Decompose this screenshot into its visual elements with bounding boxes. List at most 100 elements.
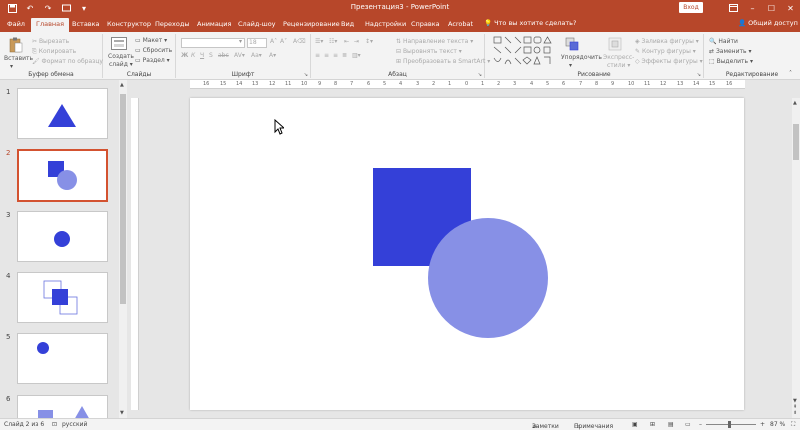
tab-design[interactable]: Конструктор	[107, 18, 151, 32]
section-button[interactable]: ▭ Раздел ▾	[135, 57, 170, 64]
align-center-icon[interactable]: ≡	[324, 52, 329, 59]
slideshow-view-icon[interactable]: ▭	[685, 421, 691, 428]
format-painter-button[interactable]: 🖌 Формат по образцу	[32, 58, 103, 65]
tab-slideshow[interactable]: Слайд-шоу	[238, 18, 276, 32]
new-slide-button[interactable]: слайд ▾	[109, 61, 133, 68]
font-color-icon[interactable]: A▾	[269, 52, 276, 59]
login-button[interactable]: Вход	[679, 2, 703, 13]
bullets-icon[interactable]: ☰▾	[315, 38, 323, 45]
quick-styles-button[interactable]: стили ▾	[607, 62, 630, 69]
shrink-font-icon[interactable]: A˅	[280, 38, 287, 45]
find-button[interactable]: 🔍 Найти	[709, 38, 738, 45]
arrange-button[interactable]: Упорядочить	[561, 54, 602, 61]
line-spacing-icon[interactable]: ↕▾	[365, 38, 373, 45]
tab-addins[interactable]: Надстройки	[365, 18, 406, 32]
new-slide-icon[interactable]	[111, 37, 127, 52]
tab-transitions[interactable]: Переходы	[155, 18, 189, 32]
tell-me-search[interactable]: 💡 Что вы хотите сделать?	[484, 19, 576, 27]
tab-insert[interactable]: Вставка	[72, 18, 100, 32]
arrange-dropdown-icon[interactable]: ▾	[569, 62, 572, 69]
paste-dropdown-icon[interactable]: ▾	[10, 63, 13, 70]
scroll-up-icon[interactable]: ▲	[793, 100, 797, 106]
shape-effects-button[interactable]: ◇ Эффекты фигуры ▾	[635, 58, 703, 65]
scroll-up-icon[interactable]: ▲	[120, 82, 124, 88]
underline-icon[interactable]: Ч	[200, 52, 204, 59]
spellcheck-icon[interactable]: ⊡	[52, 421, 57, 428]
reset-button[interactable]: ▭ Сбросить	[135, 47, 172, 54]
strikethrough-icon[interactable]: abc	[218, 52, 229, 59]
slide-scrollbar[interactable]: ▲ ▼ ⇞ ⇟	[792, 98, 800, 418]
font-name-dropdown-icon[interactable]: ▾	[239, 38, 242, 45]
close-icon[interactable]: ✕	[781, 0, 800, 16]
cut-button[interactable]: ✂ Вырезать	[32, 38, 69, 45]
zoom-level[interactable]: 87 %	[770, 421, 785, 428]
new-slide-label-1[interactable]: Создать	[108, 53, 134, 60]
increase-indent-icon[interactable]: ⇥	[354, 38, 359, 45]
slide-sorter-icon[interactable]: ⊞	[650, 421, 655, 428]
shapes-gallery[interactable]	[493, 36, 553, 68]
shape-fill-button[interactable]: ◈ Заливка фигуры ▾	[635, 38, 699, 45]
zoom-in-icon[interactable]: +	[760, 421, 765, 428]
quick-styles-icon[interactable]	[608, 37, 622, 53]
bold-icon[interactable]: Ж	[181, 52, 188, 59]
slide-thumbnail-5[interactable]	[17, 333, 108, 384]
tab-review[interactable]: Рецензирование	[283, 18, 340, 32]
zoom-out-icon[interactable]: –	[699, 421, 702, 428]
text-direction-button[interactable]: ⇅ Направление текста ▾	[396, 38, 473, 45]
scroll-down-icon[interactable]: ▼	[120, 410, 124, 416]
paste-button[interactable]: Вставить	[4, 55, 33, 62]
drawing-dialog-launcher-icon[interactable]: ↘	[697, 72, 701, 78]
zoom-slider-track[interactable]	[706, 424, 756, 425]
paragraph-dialog-launcher-icon[interactable]: ↘	[478, 72, 482, 78]
ribbon-display-options-icon[interactable]	[724, 0, 743, 16]
smartart-button[interactable]: ⊞ Преобразовать в SmartArt ▾	[396, 58, 490, 65]
maximize-icon[interactable]: ☐	[762, 0, 781, 16]
reading-view-icon[interactable]: ▤	[668, 421, 674, 428]
tab-file[interactable]: Файл	[7, 18, 25, 32]
tab-help[interactable]: Справка	[411, 18, 440, 32]
layout-button[interactable]: ▭ Макет ▾	[135, 37, 167, 44]
justify-icon[interactable]: ≣	[342, 52, 347, 59]
align-right-icon[interactable]: ≡	[333, 52, 338, 59]
tab-animations[interactable]: Анимация	[197, 18, 231, 32]
copy-button[interactable]: ⎘ Копировать	[32, 48, 76, 56]
char-spacing-icon[interactable]: AV▾	[234, 52, 245, 59]
quick-styles-label-1[interactable]: Экспресс-	[603, 54, 634, 61]
circle-shape[interactable]	[428, 218, 548, 338]
clear-formatting-icon[interactable]: A⌫	[293, 38, 306, 45]
select-button[interactable]: ⬚ Выделить ▾	[709, 58, 753, 65]
columns-icon[interactable]: ▥▾	[352, 52, 361, 59]
align-left-icon[interactable]: ≡	[315, 52, 320, 59]
slide-thumbnail-6[interactable]	[17, 395, 108, 418]
replace-button[interactable]: ⇄ Заменить ▾	[709, 48, 751, 55]
language-indicator[interactable]: русский	[62, 421, 87, 428]
share-button[interactable]: 👤 Общий доступ	[738, 19, 798, 27]
shadow-icon[interactable]: S	[209, 52, 213, 59]
thumbnail-scrollbar-thumb[interactable]	[120, 94, 126, 304]
tab-acrobat[interactable]: Acrobat	[448, 18, 473, 32]
slide-canvas[interactable]	[190, 98, 744, 410]
slide-scrollbar-thumb[interactable]	[793, 124, 799, 160]
collapse-ribbon-icon[interactable]: ˄	[789, 70, 792, 77]
next-slide-icon[interactable]: ⇟	[793, 410, 797, 416]
zoom-slider-thumb[interactable]	[728, 421, 731, 428]
align-text-button[interactable]: ⊟ Выровнять текст ▾	[396, 48, 462, 55]
minimize-icon[interactable]: –	[743, 0, 762, 16]
numbering-icon[interactable]: ☷▾	[329, 38, 337, 45]
slide-thumbnail-1[interactable]	[17, 88, 108, 139]
thumbnail-scrollbar[interactable]: ▲ ▼	[119, 80, 127, 418]
normal-view-icon[interactable]: ▣	[632, 421, 638, 428]
slide-thumbnail-4[interactable]	[17, 272, 108, 323]
tab-home[interactable]: Главная	[31, 18, 70, 32]
slide-thumbnail-2[interactable]	[17, 149, 108, 202]
decrease-indent-icon[interactable]: ⇤	[344, 38, 349, 45]
paste-icon[interactable]	[9, 37, 23, 55]
italic-icon[interactable]: К	[191, 52, 195, 59]
arrange-icon[interactable]	[565, 37, 579, 53]
grow-font-icon[interactable]: A˄	[270, 38, 277, 45]
tab-view[interactable]: Вид	[341, 18, 354, 32]
slide-thumbnail-3[interactable]	[17, 211, 108, 262]
font-dialog-launcher-icon[interactable]: ↘	[304, 72, 308, 78]
fit-to-window-icon[interactable]: ⛶	[791, 421, 795, 429]
shape-outline-button[interactable]: ✎ Контур фигуры ▾	[635, 48, 696, 55]
